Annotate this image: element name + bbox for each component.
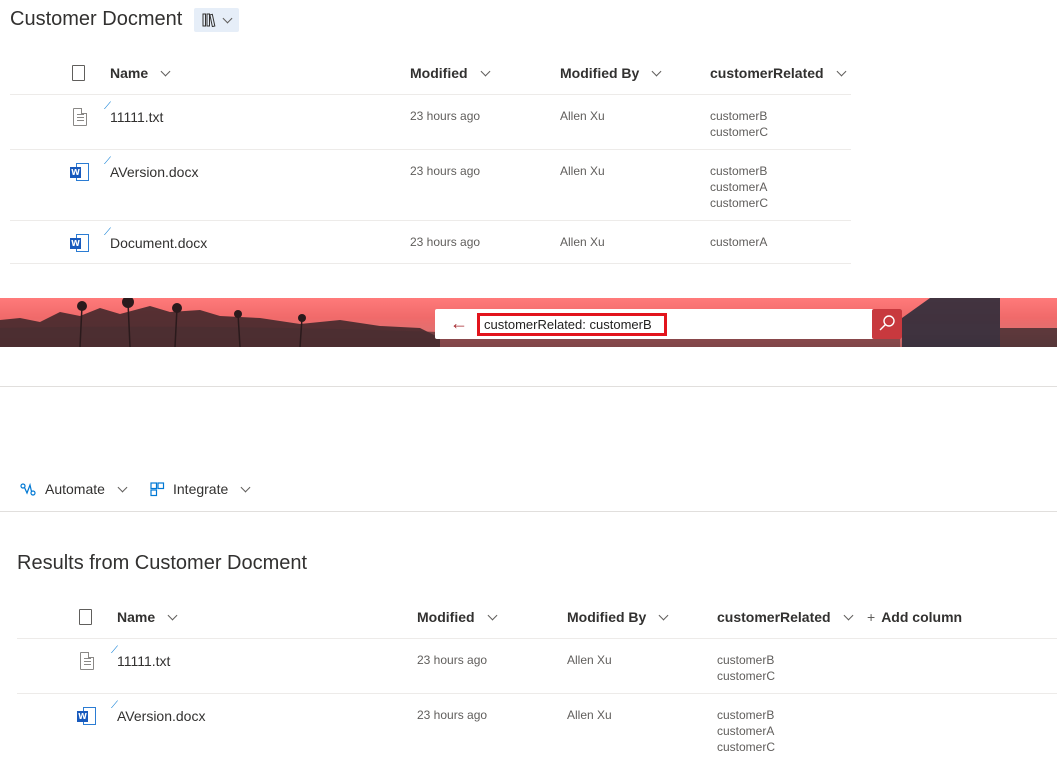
add-column-button[interactable]: + Add column (867, 609, 962, 625)
tag-value: customerC (717, 669, 776, 683)
table-row[interactable]: ⟋ 11111.txt 23 hours ago Allen Xu custom… (17, 638, 1057, 693)
customer-related-values: customerB customerC (710, 108, 768, 140)
search-input[interactable]: customerRelated: customerB (477, 313, 667, 336)
column-header-modified[interactable]: Modified (410, 65, 490, 81)
tag-value: customerC (710, 196, 769, 210)
plus-icon: + (867, 609, 876, 625)
customer-related-values: customerB customerA customerC (717, 707, 775, 755)
tag-value: customerC (710, 125, 769, 139)
modified-date: 23 hours ago (410, 109, 481, 123)
table-row[interactable]: ⟋ 11111.txt 23 hours ago Allen Xu custom… (10, 94, 851, 149)
column-header-modified-by[interactable]: Modified By (567, 609, 669, 625)
table-row[interactable]: W ⟋ AVersion.docx 23 hours ago Allen Xu … (17, 693, 1057, 764)
chevron-down-icon (843, 610, 854, 620)
word-file-icon: W (70, 234, 90, 252)
file-type-icon[interactable] (79, 609, 92, 625)
table-row[interactable]: W ⟋ AVersion.docx 23 hours ago Allen Xu … (10, 149, 851, 220)
results-title: Results from Customer Docment (17, 552, 308, 574)
table-row[interactable]: W ⟋ Document.docx 23 hours ago Allen Xu … (10, 220, 851, 264)
integrate-button[interactable]: Integrate (150, 481, 251, 497)
library-title: Customer Docment (10, 8, 183, 30)
modified-date: 23 hours ago (410, 235, 481, 249)
modified-by[interactable]: Allen Xu (560, 235, 605, 249)
word-file-icon: W (77, 707, 97, 725)
text-file-icon (73, 108, 87, 126)
search-icon (879, 315, 895, 331)
tag-value: customerA (710, 235, 768, 249)
chevron-down-icon (117, 482, 128, 492)
column-header-customer-related[interactable]: customerRelated (717, 609, 854, 625)
column-header-name[interactable]: Name (117, 609, 178, 625)
tag-value: customerA (717, 724, 775, 738)
column-header-modified[interactable]: Modified (417, 609, 497, 625)
tag-value: customerA (710, 180, 768, 194)
chevron-down-icon (658, 610, 669, 620)
file-name-link[interactable]: AVersion.docx (110, 164, 198, 180)
command-bar-divider (0, 511, 1057, 512)
back-arrow-icon[interactable]: ← (450, 314, 468, 332)
customer-related-values: customerB customerA customerC (710, 163, 768, 211)
column-header-customer-related[interactable]: customerRelated (710, 65, 847, 81)
chevron-down-icon (222, 13, 233, 23)
section-divider (0, 386, 1057, 387)
library-header-row: Name Modified Modified By customerRelate… (10, 51, 851, 95)
library-view-icon (202, 13, 216, 27)
chevron-down-icon (480, 66, 490, 76)
search-button[interactable] (872, 309, 902, 339)
integrate-label: Integrate (173, 481, 229, 497)
file-name-link[interactable]: 11111.txt (117, 653, 170, 669)
results-header-row: Name Modified Modified By customerRelate… (17, 595, 1057, 639)
modified-by[interactable]: Allen Xu (567, 653, 612, 667)
modified-date: 23 hours ago (417, 653, 488, 667)
chevron-down-icon (836, 66, 847, 76)
tag-value: customerB (717, 708, 775, 722)
modified-by[interactable]: Allen Xu (560, 109, 605, 123)
tag-value: customerB (710, 109, 768, 123)
chevron-down-icon (160, 66, 171, 76)
tag-value: customerB (717, 653, 775, 667)
chevron-down-icon (651, 66, 662, 76)
view-switcher-button[interactable] (194, 8, 239, 32)
customer-related-values: customerA (710, 234, 767, 250)
tag-value: customerC (717, 740, 776, 754)
file-type-icon[interactable] (72, 65, 85, 81)
text-file-icon (80, 652, 94, 670)
chevron-down-icon (487, 610, 497, 620)
modified-date: 23 hours ago (417, 708, 488, 722)
modified-by[interactable]: Allen Xu (560, 164, 605, 178)
automate-label: Automate (45, 481, 105, 497)
column-header-modified-by[interactable]: Modified By (560, 65, 662, 81)
tag-value: customerB (710, 164, 768, 178)
automate-flow-icon (20, 482, 36, 496)
file-name-link[interactable]: 11111.txt (110, 109, 163, 125)
file-name-link[interactable]: Document.docx (110, 235, 207, 251)
file-name-link[interactable]: AVersion.docx (117, 708, 205, 724)
automate-button[interactable]: Automate (20, 481, 128, 497)
integrate-icon (150, 481, 165, 496)
column-header-name[interactable]: Name (110, 65, 171, 81)
modified-date: 23 hours ago (410, 164, 481, 178)
chevron-down-icon (240, 482, 251, 492)
word-file-icon: W (70, 163, 90, 181)
customer-related-values: customerB customerC (717, 652, 775, 684)
chevron-down-icon (167, 610, 178, 620)
modified-by[interactable]: Allen Xu (567, 708, 612, 722)
